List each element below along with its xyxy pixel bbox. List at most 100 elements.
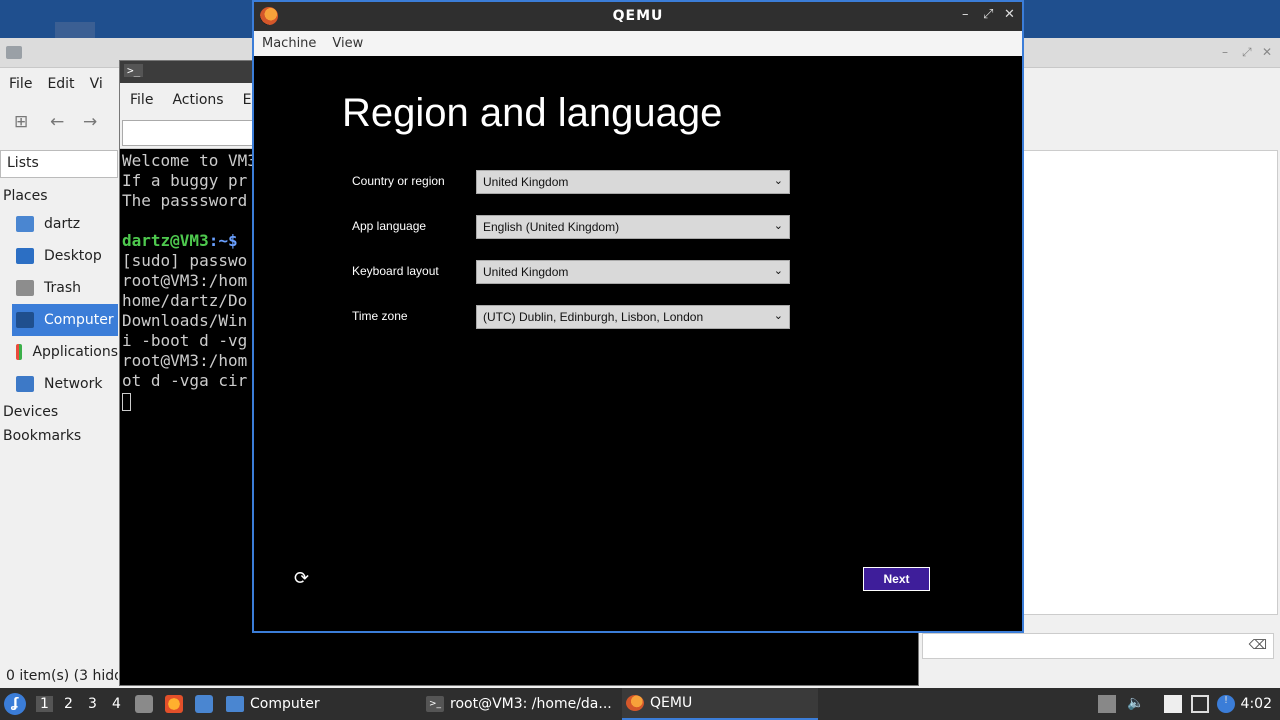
ease-of-access-icon[interactable]: ⟳	[294, 568, 309, 589]
network-icon	[16, 376, 34, 392]
workspace-4[interactable]: 4	[112, 696, 121, 712]
field-label: Time zone	[352, 309, 408, 323]
close-icon[interactable]: ✕	[1004, 7, 1015, 22]
terminal-line: home/dartz/Do	[122, 291, 248, 310]
select-value: United Kingdom	[483, 175, 569, 189]
minimize-icon[interactable]: –	[962, 7, 969, 22]
qemu-window: QEMU – ⤢ ✕ Machine View Region and langu…	[252, 0, 1024, 633]
new-window-icon[interactable]: ⊞	[14, 112, 28, 132]
next-button[interactable]: Next	[863, 567, 930, 591]
clipboard-icon[interactable]	[1164, 695, 1182, 713]
task-label: QEMU	[650, 695, 693, 711]
sidebar-item-network[interactable]: Network	[0, 368, 118, 400]
tray-menu-icon[interactable]	[1098, 695, 1116, 713]
minimize-icon[interactable]: –	[1222, 45, 1228, 59]
clock[interactable]: 4:02	[1241, 696, 1272, 712]
volume-icon[interactable]: 🔈	[1127, 695, 1145, 713]
bookmarks-header[interactable]: Bookmarks	[0, 424, 118, 448]
app-language-select[interactable]: English (United Kingdom) ⌄	[476, 215, 790, 239]
sidebar-item-trash[interactable]: Trash	[0, 272, 118, 304]
firefox-icon[interactable]	[165, 695, 183, 713]
menu-machine[interactable]: Machine	[262, 36, 316, 51]
menu-file[interactable]: File	[9, 76, 32, 92]
page-title: Region and language	[342, 91, 723, 135]
sidebar-item-desktop[interactable]: Desktop	[0, 240, 118, 272]
restore-icon[interactable]: ⤢	[983, 7, 993, 22]
terminal-line: Downloads/Win	[122, 311, 248, 330]
sidebar-item-home[interactable]: dartz	[0, 208, 118, 240]
menu-edit[interactable]: Edit	[47, 76, 74, 92]
computer-icon	[16, 312, 34, 328]
places-sidebar: Places dartz Desktop Trash Computer Appl…	[0, 184, 118, 448]
terminal-line: i -boot d -vg	[122, 331, 248, 350]
devices-header[interactable]: Devices	[0, 400, 118, 424]
places-header: Places	[3, 188, 48, 204]
close-icon[interactable]: ✕	[1262, 45, 1272, 59]
clear-icon[interactable]: ⌫	[1249, 638, 1267, 653]
taskbar: ʆ 1 2 3 4 Computer >_ root@VM3: /home/da…	[0, 688, 1280, 720]
qemu-icon	[626, 695, 644, 711]
select-value: United Kingdom	[483, 265, 569, 279]
task-qemu[interactable]: QEMU	[622, 688, 818, 720]
task-label: root@VM3: /home/da...	[450, 696, 612, 712]
network-tray-icon[interactable]	[1191, 695, 1209, 713]
app-language-row: App language English (United Kingdom) ⌄	[352, 215, 792, 239]
sidebar-item-applications[interactable]: Applications	[0, 336, 118, 368]
time-zone-select[interactable]: (UTC) Dublin, Edinburgh, Lisbon, London …	[476, 305, 790, 329]
desktop-launcher-icon[interactable]	[195, 695, 213, 713]
qemu-menubar: Machine View	[254, 31, 1022, 56]
notification-icon[interactable]: !	[1217, 695, 1235, 713]
select-value: English (United Kingdom)	[483, 220, 620, 234]
task-label: Computer	[250, 696, 320, 712]
desktop-icon	[16, 248, 34, 264]
task-computer[interactable]: Computer	[222, 688, 414, 720]
terminal-line: ot d -vga cir	[122, 371, 248, 390]
terminal-line: root@VM3:/hom	[122, 271, 248, 290]
menu-edit[interactable]: E	[243, 92, 252, 108]
select-value: (UTC) Dublin, Edinburgh, Lisbon, London	[483, 310, 704, 324]
workspace-3[interactable]: 3	[88, 696, 97, 712]
sidebar-item-label: Applications	[32, 344, 118, 360]
field-label: Keyboard layout	[352, 264, 439, 278]
terminal-prompt: dartz@VM3:~$	[122, 231, 254, 251]
window-title: QEMU	[612, 8, 664, 24]
desktop-panel-block	[55, 22, 95, 38]
country-region-select[interactable]: United Kingdom ⌄	[476, 170, 790, 194]
workspace-2[interactable]: 2	[64, 696, 73, 712]
forward-icon[interactable]: →	[83, 112, 97, 132]
text-cursor	[122, 392, 131, 411]
keyboard-layout-select[interactable]: United Kingdom ⌄	[476, 260, 790, 284]
sidebar-item-label: Computer	[44, 312, 114, 328]
menu-file[interactable]: File	[130, 92, 153, 108]
menu-actions[interactable]: Actions	[172, 92, 223, 108]
maximize-icon[interactable]: ⤢	[1242, 45, 1252, 60]
time-zone-row: Time zone (UTC) Dublin, Edinburgh, Lisbo…	[352, 305, 792, 329]
sidebar-item-computer[interactable]: Computer	[12, 304, 118, 336]
home-folder-icon	[16, 216, 34, 232]
terminal-line: If a buggy pr	[122, 171, 248, 190]
menu-view[interactable]: Vi	[90, 76, 103, 92]
terminal-tab-field[interactable]	[122, 120, 262, 146]
terminal-icon: >_	[426, 696, 444, 712]
back-icon[interactable]: ←	[50, 112, 64, 132]
chevron-down-icon: ⌄	[773, 175, 783, 187]
menu-view[interactable]: View	[332, 36, 363, 51]
country-region-row: Country or region United Kingdom ⌄	[352, 170, 792, 194]
file-manager-launcher-icon[interactable]	[135, 695, 153, 713]
qemu-titlebar: QEMU – ⤢ ✕	[254, 2, 1022, 31]
start-menu-icon[interactable]: ʆ	[4, 693, 26, 715]
chevron-down-icon: ⌄	[773, 310, 783, 322]
prompt-user: dartz@VM3	[122, 231, 209, 250]
terminal-output[interactable]: Welcome to VM3 If a buggy pr The passsword…	[122, 151, 254, 411]
status-bar: 0 item(s) (3 hidden)	[6, 668, 118, 684]
terminal-line: [sudo] passwo	[122, 251, 248, 270]
vm-display[interactable]: Region and language Country or region Un…	[254, 56, 1022, 631]
filter-field[interactable]: ⌫	[922, 633, 1274, 659]
task-terminal[interactable]: >_ root@VM3: /home/da...	[422, 688, 622, 720]
lists-dropdown[interactable]: Lists	[0, 150, 118, 178]
sidebar-item-label: Desktop	[44, 248, 102, 264]
file-manager-menubar: File Edit Vi	[0, 68, 109, 100]
workspace-1[interactable]: 1	[36, 696, 53, 712]
applications-icon	[16, 344, 23, 360]
